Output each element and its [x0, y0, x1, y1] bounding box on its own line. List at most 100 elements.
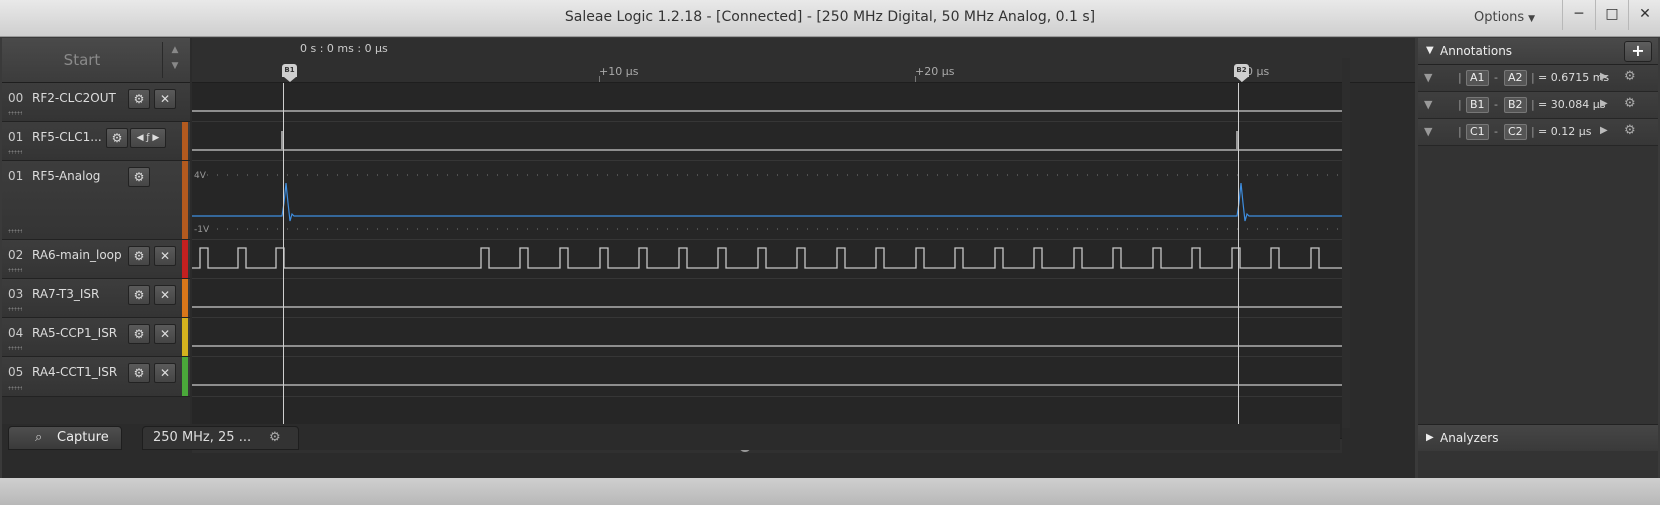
channel-color-bar	[182, 161, 188, 239]
chevron-down-icon: ▼	[1528, 14, 1536, 24]
add-annotation-button[interactable]: +	[1624, 41, 1652, 62]
bottom-tab-bar: ⌕ Capture 250 MHz, 25 ... ⚙	[2, 424, 1340, 450]
channel-row[interactable]: 01 RF5-CLC1... ⚙ ◀ ƒ ▶	[2, 122, 190, 161]
marker-chip[interactable]: B1	[1466, 97, 1489, 113]
close-icon[interactable]: ✕	[154, 324, 176, 344]
waveform-plot[interactable]: 4V -1V	[192, 83, 1342, 438]
gear-icon[interactable]: ⚙	[269, 427, 281, 449]
play-icon[interactable]: ▶	[1600, 71, 1608, 82]
marker-b2-flag[interactable]: B2	[1234, 64, 1249, 82]
channel-row[interactable]: 03 RA7-T3_ISR ⚙ ✕	[2, 279, 190, 318]
analog-bottom-label: -1V	[194, 225, 210, 235]
right-panel: ▼ Annotations + ▼ | A1 - A2 | = 0.6715 m…	[1418, 38, 1658, 478]
annotation-row[interactable]: ▼ | A1 - A2 | = 0.6715 ms ▶ ⚙	[1418, 65, 1658, 92]
channel-number: 01	[8, 169, 24, 183]
drag-grip-icon[interactable]	[8, 111, 22, 115]
tick-label: +20 µs	[915, 65, 955, 78]
options-menu[interactable]: Options ▼	[1474, 10, 1535, 25]
collapse-triangle-icon[interactable]: ▼	[1426, 45, 1434, 56]
drag-grip-icon[interactable]	[8, 346, 22, 350]
start-options-arrows[interactable]: ▲ ▼	[162, 42, 187, 78]
start-button[interactable]: Start	[2, 38, 162, 82]
tab-capture[interactable]: ⌕ Capture	[8, 426, 122, 450]
pin-icon[interactable]: ▼	[1424, 125, 1432, 138]
annotations-title: Annotations	[1440, 44, 1513, 58]
drag-grip-icon[interactable]	[8, 229, 22, 233]
marker-b1-flag[interactable]: B1	[282, 64, 297, 82]
channel-color-bar	[182, 240, 188, 278]
tick-mark	[599, 76, 600, 82]
vertical-scrollbar[interactable]	[1342, 58, 1350, 428]
separator: |	[1458, 71, 1462, 84]
gear-icon[interactable]: ⚙	[128, 89, 150, 109]
gear-icon[interactable]: ⚙	[1624, 123, 1636, 138]
annotations-header[interactable]: ▼ Annotations +	[1418, 38, 1658, 65]
separator: |	[1458, 98, 1462, 111]
separator: -	[1494, 98, 1498, 111]
minimize-button[interactable]: ─	[1562, 0, 1595, 30]
annotation-row[interactable]: ▼ | B1 - B2 | = 30.084 µs ▶ ⚙	[1418, 92, 1658, 119]
analyzers-title: Analyzers	[1440, 431, 1499, 445]
close-icon[interactable]: ✕	[154, 89, 176, 109]
channel-color-bar	[182, 279, 188, 317]
time-ruler[interactable]: 0 s : 0 ms : 0 µs +10 µs +20 µs 0 µs B1 …	[192, 38, 1415, 83]
close-icon[interactable]: ✕	[154, 246, 176, 266]
title-bar: Saleae Logic 1.2.18 - [Connected] - [250…	[0, 0, 1660, 37]
separator: |	[1531, 98, 1535, 111]
close-icon[interactable]: ✕	[154, 363, 176, 383]
channel-name: RA7-T3_ISR	[32, 287, 100, 301]
gear-icon[interactable]: ⚙	[128, 324, 150, 344]
drag-grip-icon[interactable]	[8, 307, 22, 311]
expand-triangle-icon[interactable]: ▶	[1426, 432, 1434, 443]
channel-color-bar	[182, 122, 188, 160]
close-icon[interactable]: ✕	[154, 285, 176, 305]
separator: |	[1531, 71, 1535, 84]
channel-number: 01	[8, 130, 24, 144]
analyzers-header[interactable]: ▶ Analyzers	[1418, 424, 1658, 451]
tab-capture-settings[interactable]: 250 MHz, 25 ... ⚙	[142, 426, 299, 450]
play-icon[interactable]: ▶	[1600, 125, 1608, 136]
time-readout: 0 s : 0 ms : 0 µs	[300, 42, 388, 55]
play-icon[interactable]: ▶	[1600, 98, 1608, 109]
annotation-value: = 0.12 µs	[1538, 125, 1592, 138]
gear-icon[interactable]: ⚙	[1624, 69, 1636, 84]
marker-chip[interactable]: C1	[1466, 124, 1489, 140]
gear-icon[interactable]: ⚙	[106, 128, 128, 148]
window-title: Saleae Logic 1.2.18 - [Connected] - [250…	[564, 9, 1096, 25]
channel-number: 00	[8, 91, 24, 105]
gear-icon[interactable]: ⚙	[128, 363, 150, 383]
channel-row[interactable]: 00 RF2-CLC2OUT ⚙ ✕	[2, 83, 190, 122]
channel-row[interactable]: 04 RA5-CCP1_ISR ⚙ ✕	[2, 318, 190, 357]
channel-number: 05	[8, 365, 24, 379]
marker-chip[interactable]: A2	[1504, 70, 1527, 86]
pin-icon[interactable]: ▼	[1424, 71, 1432, 84]
drag-grip-icon[interactable]	[8, 268, 22, 272]
channel-name: RA4-CCT1_ISR	[32, 365, 118, 379]
channel-row-analog[interactable]: 01 RF5-Analog ⚙	[2, 161, 190, 240]
gear-icon[interactable]: ⚙	[128, 167, 150, 187]
separator: -	[1494, 125, 1498, 138]
separator: |	[1531, 125, 1535, 138]
gear-icon[interactable]: ⚙	[128, 246, 150, 266]
channel-name: RA6-main_loop	[32, 248, 122, 262]
channel-color-bar	[182, 318, 188, 356]
marker-chip[interactable]: B2	[1504, 97, 1527, 113]
separator: |	[1458, 125, 1462, 138]
channel-row[interactable]: 02 RA6-main_loop ⚙ ✕	[2, 240, 190, 279]
trigger-edge-selector[interactable]: ◀ ƒ ▶	[130, 128, 166, 148]
drag-grip-icon[interactable]	[8, 386, 22, 390]
marker-chip[interactable]: A1	[1466, 70, 1489, 86]
drag-grip-icon[interactable]	[8, 150, 22, 154]
gear-icon[interactable]: ⚙	[128, 285, 150, 305]
close-button[interactable]: ✕	[1628, 0, 1660, 30]
gear-icon[interactable]: ⚙	[1624, 96, 1636, 111]
channel-name: RF5-CLC1...	[32, 130, 102, 144]
maximize-button[interactable]: □	[1595, 0, 1628, 30]
channel-row[interactable]: 05 RA4-CCT1_ISR ⚙ ✕	[2, 357, 190, 397]
pin-icon[interactable]: ▼	[1424, 98, 1432, 111]
magnifier-icon: ⌕	[35, 430, 43, 445]
marker-chip[interactable]: C2	[1504, 124, 1527, 140]
annotation-row[interactable]: ▼ | C1 - C2 | = 0.12 µs ▶ ⚙	[1418, 119, 1658, 146]
channel-number: 03	[8, 287, 24, 301]
channel-name: RA5-CCP1_ISR	[32, 326, 118, 340]
